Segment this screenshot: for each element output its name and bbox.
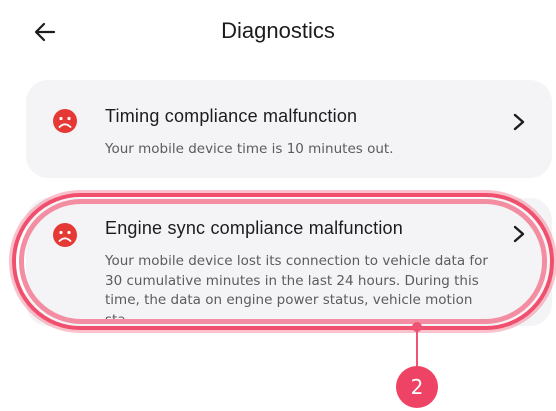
sad-face-icon	[53, 109, 77, 133]
diagnostic-title: Timing compliance malfunction	[105, 106, 358, 126]
diagnostic-card-engine-sync[interactable]: Engine sync compliance malfunction Your …	[26, 198, 552, 328]
diagnostic-title: Engine sync compliance malfunction	[105, 218, 403, 238]
chevron-right-icon	[513, 225, 525, 243]
sad-face-icon	[53, 223, 77, 247]
page-title: Diagnostics	[221, 18, 335, 43]
diagnostic-description: Your mobile device time is 10 minutes ou…	[105, 141, 394, 157]
header-bar: Diagnostics	[0, 0, 556, 64]
chevron-right-icon	[513, 113, 525, 131]
step-badge: 2	[396, 366, 438, 408]
diagnostic-card-timing[interactable]: Timing compliance malfunction Your mobil…	[26, 80, 552, 178]
annotation-anchor-dot	[412, 322, 422, 332]
annotation-connector	[416, 326, 418, 368]
diagnostic-description: Your mobile device lost its connection t…	[105, 253, 488, 328]
